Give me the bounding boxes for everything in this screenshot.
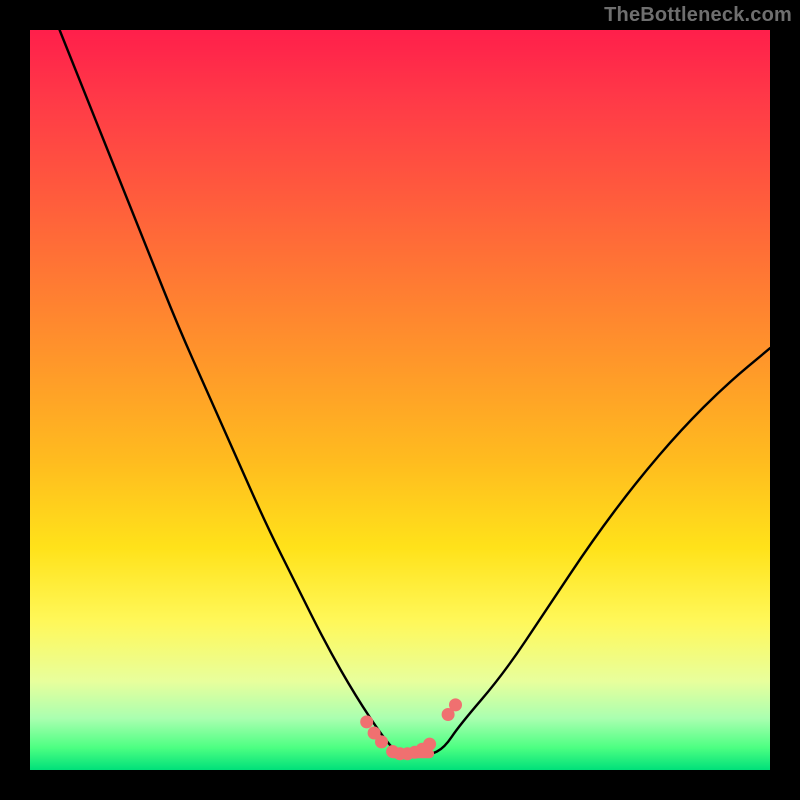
marker-dot (360, 715, 373, 728)
plot-area (30, 30, 770, 770)
watermark-label: TheBottleneck.com (604, 4, 792, 27)
marker-dot (449, 698, 462, 711)
flat-minimum-markers (360, 698, 462, 760)
marker-dot (423, 738, 436, 751)
bottleneck-curve (60, 30, 770, 755)
chart-frame: TheBottleneck.com (0, 0, 800, 800)
curve-svg (30, 30, 770, 770)
marker-dot (375, 735, 388, 748)
